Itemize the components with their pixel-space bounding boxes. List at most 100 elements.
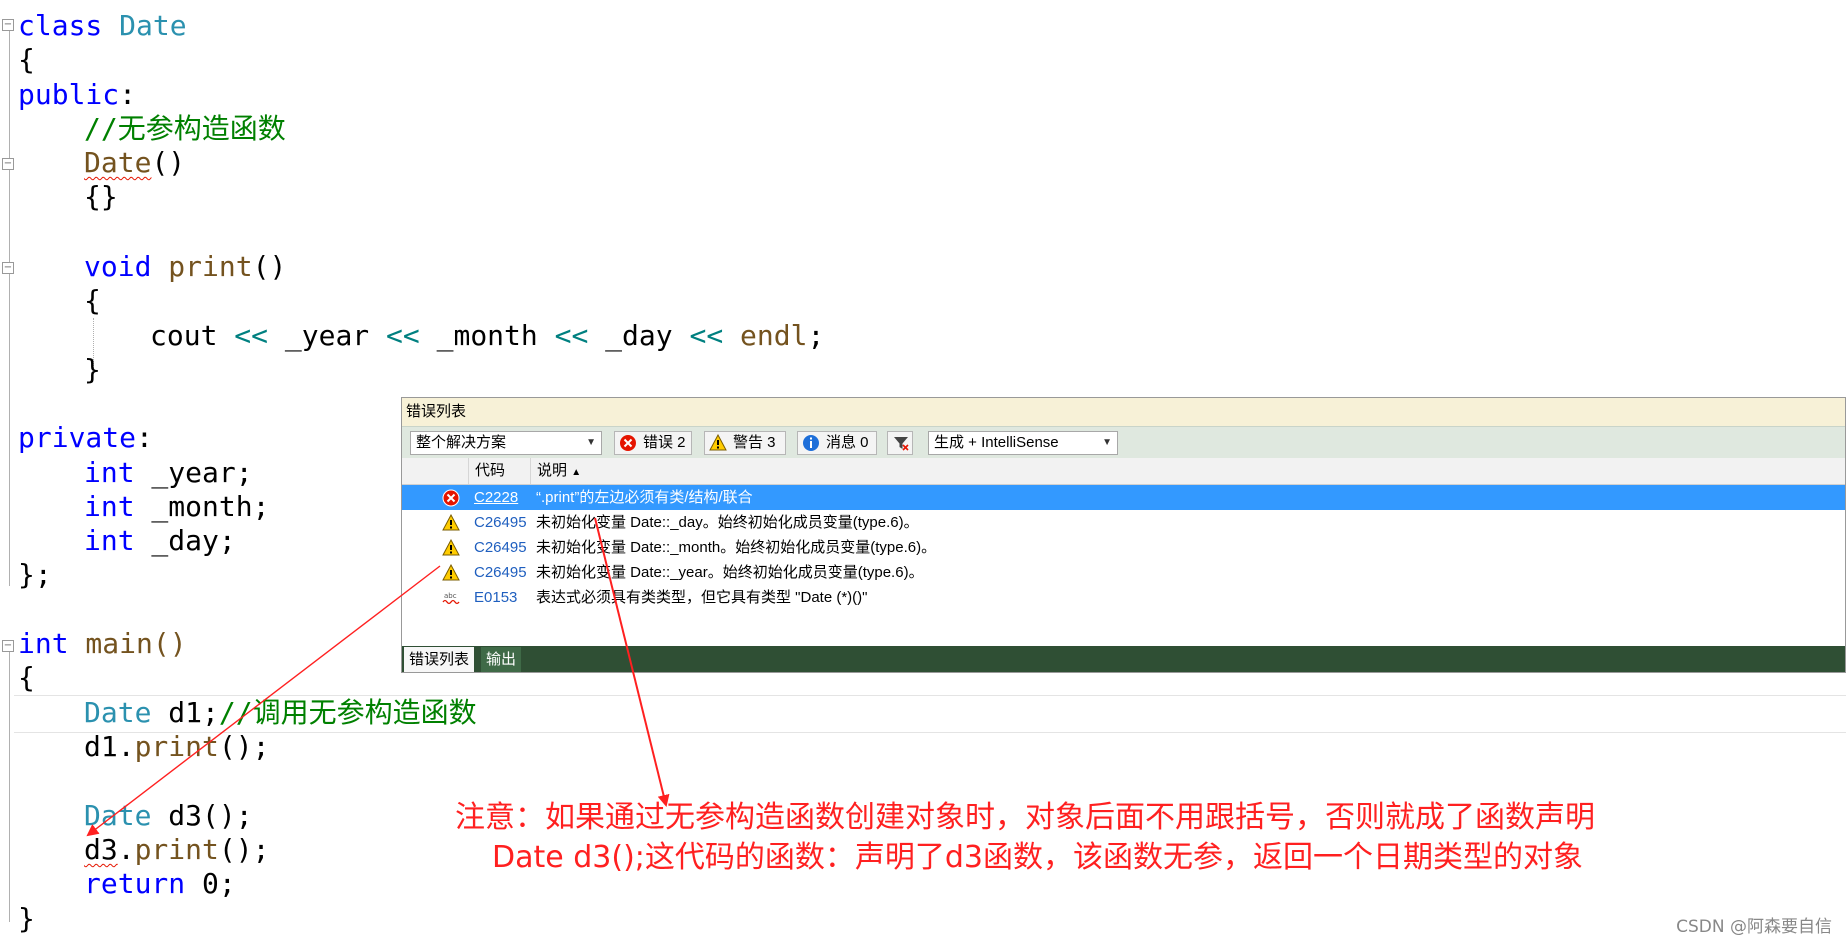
parens: (); xyxy=(218,833,270,866)
warning-triangle-icon xyxy=(709,434,727,451)
code-line-9: { xyxy=(84,284,101,318)
error-code-link[interactable]: C26495 xyxy=(474,510,527,535)
error-code-link[interactable]: C2228 xyxy=(474,485,518,510)
parens: (); xyxy=(218,730,270,763)
identifier: d3(); xyxy=(151,799,253,832)
errors-filter-button[interactable]: 错误 2 xyxy=(614,431,692,455)
filter-icon xyxy=(894,437,909,451)
error-table-header: 代码 说明 ▲ xyxy=(402,458,1845,485)
empty-body: {} xyxy=(84,180,118,213)
scope-dropdown[interactable]: 整个解决方案 ▼ xyxy=(410,431,602,455)
fold-toggle-class[interactable]: − xyxy=(2,19,14,31)
panel-tab-strip: 错误列表 输出 xyxy=(402,646,1845,672)
fold-toggle-ctor[interactable]: − xyxy=(2,158,14,170)
ctor-name: Date xyxy=(84,146,152,179)
spellcheck-squiggle-icon: abc xyxy=(442,592,460,605)
messages-filter-button[interactable]: 消息 0 xyxy=(797,431,877,455)
code-line-10: cout << _year << _month << _day << endl; xyxy=(150,319,824,353)
colon: : xyxy=(119,78,137,111)
fold-guide-main xyxy=(9,652,10,922)
watermark: CSDN @阿森要自信 xyxy=(1676,917,1832,937)
member: _day; xyxy=(134,524,236,557)
annotation-note-line-1: 注意：如果通过无参构造函数创建对象时，对象后面不用跟括号，否则就成了函数声明 xyxy=(455,800,1595,835)
brace: }; xyxy=(18,558,52,591)
function-name: main() xyxy=(68,627,187,660)
fold-toggle-print[interactable]: − xyxy=(2,262,14,274)
code-line-20: { xyxy=(18,661,35,695)
class-name: Date xyxy=(119,9,187,42)
operator: << xyxy=(554,319,589,352)
warning-triangle-icon xyxy=(442,539,460,556)
column-header-code[interactable]: 代码 xyxy=(468,458,531,484)
tab-output[interactable]: 输出 xyxy=(481,647,522,672)
brace: } xyxy=(84,353,101,386)
member: _month; xyxy=(134,490,270,523)
error-row[interactable]: C26495 未初始化变量 Date::_day。始终初始化成员变量(type.… xyxy=(402,510,1845,535)
error-description: 未初始化变量 Date::_year。始终初始化成员变量(type.6)。 xyxy=(536,564,924,581)
code-line-8: void print() xyxy=(84,250,286,284)
error-description: 表达式必须具有类类型，但它具有类型 "Date (*)()" xyxy=(536,589,868,606)
member: _year; xyxy=(134,456,253,489)
column-header-description[interactable]: 说明 ▲ xyxy=(530,458,1837,484)
semicolon: ; xyxy=(807,319,825,352)
warnings-count: 警告 3 xyxy=(733,434,776,451)
build-intellisense-dropdown[interactable]: 生成 + IntelliSense ▼ xyxy=(928,431,1118,455)
chevron-down-icon: ▼ xyxy=(1102,437,1112,448)
error-list-toolbar: 整个解决方案 ▼ 错误 2 警告 3 消息 0 生成 + IntelliSens… xyxy=(402,426,1845,459)
error-code-link[interactable]: C26495 xyxy=(474,535,527,560)
identifier: d3 xyxy=(84,833,118,866)
error-code-link[interactable]: C26495 xyxy=(474,560,527,585)
error-row[interactable]: C2228 “.print”的左边必须有类/结构/联合 xyxy=(402,485,1845,510)
code-line-11: } xyxy=(84,353,101,387)
code-line-13: private: xyxy=(18,421,153,455)
error-row[interactable]: C26495 未初始化变量 Date::_month。始终初始化成员变量(typ… xyxy=(402,535,1845,560)
warning-triangle-icon xyxy=(442,514,460,531)
warnings-filter-button[interactable]: 警告 3 xyxy=(704,431,786,455)
code-line-17: }; xyxy=(18,558,52,592)
identifier: d1. xyxy=(84,730,135,763)
tab-error-list[interactable]: 错误列表 xyxy=(404,647,475,672)
keyword: int xyxy=(84,490,135,523)
comment: //调用无参构造函数 xyxy=(218,696,477,729)
error-row[interactable]: C26495 未初始化变量 Date::_year。始终初始化成员变量(type… xyxy=(402,560,1845,585)
tab-output-label: 输出 xyxy=(486,651,517,668)
identifier: endl xyxy=(723,319,808,352)
fold-guide xyxy=(9,31,10,586)
brace: { xyxy=(84,284,101,317)
keyword: public xyxy=(18,78,120,111)
error-circle-icon xyxy=(620,435,636,451)
keyword: int xyxy=(84,456,135,489)
sort-ascending-icon: ▲ xyxy=(571,467,582,478)
chevron-down-icon: ▼ xyxy=(586,437,596,448)
error-description: 未初始化变量 Date::_day。始终初始化成员变量(type.6)。 xyxy=(536,514,919,531)
identifier: d1; xyxy=(151,696,219,729)
code-line-21: Date d1;//调用无参构造函数 xyxy=(84,696,477,730)
error-list-panel: 错误列表 整个解决方案 ▼ 错误 2 警告 3 消息 0 生成 + Intell… xyxy=(401,397,1846,673)
code-line-4: //无参构造函数 xyxy=(84,112,286,146)
function-name: print xyxy=(134,730,219,763)
errors-count: 错误 2 xyxy=(643,434,686,451)
warning-triangle-icon xyxy=(442,564,460,581)
literal: 0; xyxy=(185,867,236,900)
identifier: _year xyxy=(268,319,387,352)
error-row[interactable]: abc E0153 表达式必须具有类类型，但它具有类型 "Date (*)()" xyxy=(402,585,1845,610)
parens: () xyxy=(151,146,186,179)
error-code-link[interactable]: E0153 xyxy=(474,585,517,610)
annotation-note-line-2: Date d3();这代码的函数：声明了d3函数，该函数无参，返回一个日期类型的… xyxy=(492,840,1584,875)
keyword: class xyxy=(18,9,120,42)
keyword: int xyxy=(84,524,135,557)
svg-text:abc: abc xyxy=(444,592,457,600)
operator: << xyxy=(386,319,420,352)
scope-value: 整个解决方案 xyxy=(416,434,507,451)
fold-toggle-main[interactable]: − xyxy=(2,640,14,652)
code-line-24: Date d3(); xyxy=(84,799,253,833)
keyword: private xyxy=(18,421,137,454)
code-line-6: {} xyxy=(84,180,118,214)
identifier: _month xyxy=(419,319,555,352)
brace: { xyxy=(18,43,35,76)
filter-button[interactable] xyxy=(887,431,913,455)
comment: //无参构造函数 xyxy=(84,112,286,145)
error-circle-icon xyxy=(442,489,460,507)
operator: << xyxy=(689,319,724,352)
code-line-22: d1.print(); xyxy=(84,730,269,764)
